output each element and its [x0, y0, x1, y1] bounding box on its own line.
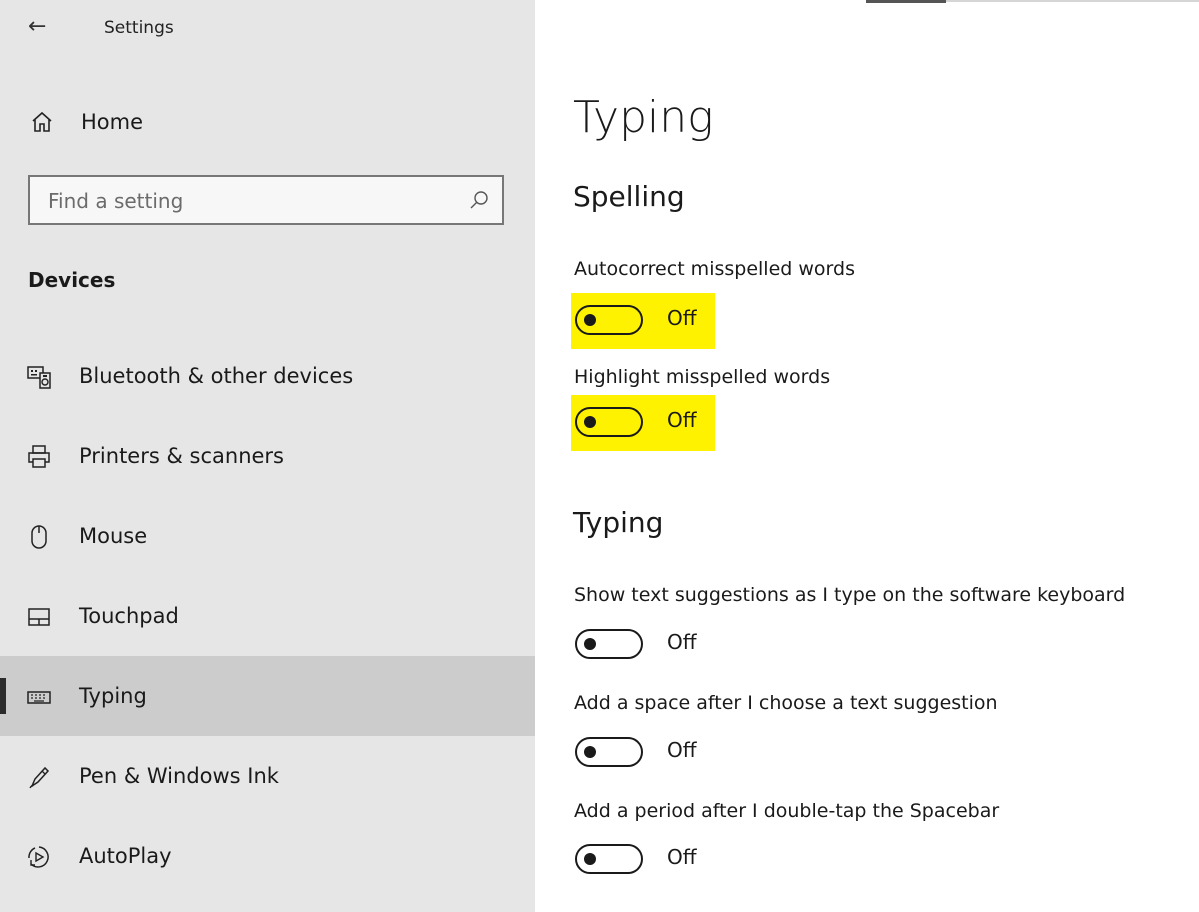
toggle-state-label: Off — [667, 408, 697, 432]
sidebar-item-label: Touchpad — [79, 604, 179, 628]
keyboard-icon — [26, 684, 52, 710]
setting-label-add-period: Add a period after I double-tap the Spac… — [574, 800, 1000, 822]
scroll-tab-track — [946, 0, 1199, 2]
main-content: Typing Spelling Autocorrect misspelled w… — [535, 0, 1199, 912]
app-title: Settings — [104, 18, 174, 38]
bluetooth-devices-icon — [26, 364, 52, 390]
toggle-knob — [584, 746, 596, 758]
toggle-row-autocorrect: Off — [571, 293, 715, 349]
autoplay-icon — [26, 844, 52, 870]
setting-label-add-space: Add a space after I choose a text sugges… — [574, 692, 998, 714]
page-title: Typing — [573, 92, 714, 143]
printer-icon — [26, 444, 52, 470]
scroll-tab-indicator — [866, 0, 946, 3]
add-period-toggle[interactable] — [575, 844, 643, 874]
setting-label-highlight: Highlight misspelled words — [574, 366, 831, 388]
sidebar-item-label: AutoPlay — [79, 844, 172, 868]
sidebar-item-home[interactable]: Home — [0, 100, 535, 144]
toggle-knob — [584, 416, 596, 428]
setting-label-autocorrect: Autocorrect misspelled words — [574, 258, 855, 280]
toggle-state-label: Off — [667, 630, 697, 654]
touchpad-icon — [26, 604, 52, 630]
home-icon — [30, 110, 54, 138]
group-title-typing: Typing — [573, 506, 664, 539]
sidebar-item-label: Mouse — [79, 524, 148, 548]
toggle-state-label: Off — [667, 738, 697, 762]
sidebar: ← Settings Home Find a setting Devices B… — [0, 0, 535, 912]
text-suggestions-toggle[interactable] — [575, 629, 643, 659]
sidebar-item-bluetooth[interactable]: Bluetooth & other devices — [0, 336, 535, 416]
setting-label-text-suggestions: Show text suggestions as I type on the s… — [574, 584, 1126, 606]
autocorrect-toggle[interactable] — [575, 305, 643, 335]
search-placeholder: Find a setting — [48, 189, 184, 213]
sidebar-item-autoplay[interactable]: AutoPlay — [0, 816, 535, 896]
toggle-state-label: Off — [667, 845, 697, 869]
selection-indicator — [0, 678, 6, 714]
toggle-knob — [584, 638, 596, 650]
search-icon[interactable] — [468, 189, 490, 215]
toggle-row-text-suggestions: Off — [571, 617, 715, 673]
highlight-misspelled-toggle[interactable] — [575, 407, 643, 437]
toggle-row-highlight: Off — [571, 395, 715, 451]
toggle-state-label: Off — [667, 306, 697, 330]
toggle-knob — [584, 853, 596, 865]
toggle-knob — [584, 314, 596, 326]
search-input[interactable]: Find a setting — [28, 175, 504, 225]
sidebar-item-label: Typing — [79, 684, 147, 708]
sidebar-item-label: Pen & Windows Ink — [79, 764, 279, 788]
sidebar-item-label: Home — [81, 110, 144, 134]
mouse-icon — [26, 524, 52, 550]
back-arrow-icon[interactable]: ← — [28, 14, 46, 39]
sidebar-item-printers[interactable]: Printers & scanners — [0, 416, 535, 496]
toggle-row-add-period: Off — [571, 832, 715, 888]
sidebar-item-label: Bluetooth & other devices — [79, 364, 354, 388]
sidebar-item-label: Printers & scanners — [79, 444, 284, 468]
sidebar-item-mouse[interactable]: Mouse — [0, 496, 535, 576]
pen-icon — [26, 764, 52, 790]
sidebar-item-typing[interactable]: Typing — [0, 656, 535, 736]
group-title-spelling: Spelling — [573, 180, 685, 213]
add-space-toggle[interactable] — [575, 737, 643, 767]
sidebar-item-touchpad[interactable]: Touchpad — [0, 576, 535, 656]
toggle-row-add-space: Off — [571, 725, 715, 781]
sidebar-item-pen[interactable]: Pen & Windows Ink — [0, 736, 535, 816]
section-title: Devices — [28, 268, 116, 292]
